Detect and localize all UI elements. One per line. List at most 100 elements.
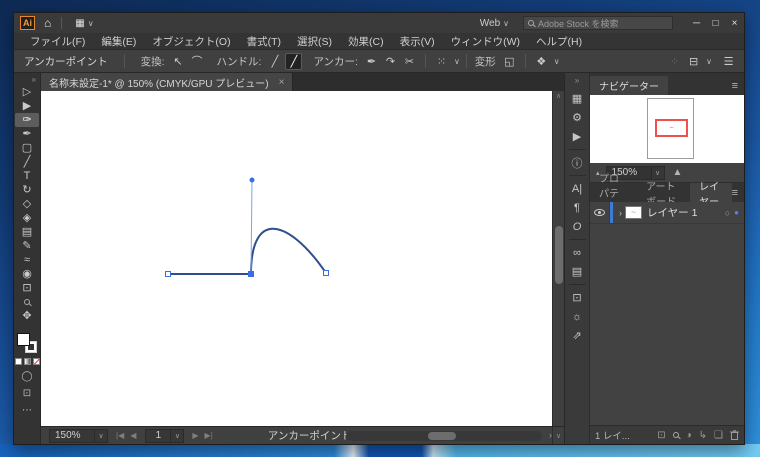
vertical-scrollbar-thumb[interactable]: [555, 226, 563, 284]
screen-mode-icon[interactable]: ⊡: [23, 388, 31, 399]
expand-panels-icon[interactable]: »: [575, 73, 579, 89]
close-icon[interactable]: ×: [279, 77, 285, 88]
paintbrush-tool[interactable]: ╱: [15, 155, 39, 169]
close-button[interactable]: ×: [725, 15, 744, 31]
vertical-scrollbar[interactable]: ∧: [552, 91, 564, 426]
direct-selection-tool[interactable]: ▶: [15, 99, 39, 113]
actions-panel-icon[interactable]: ⚙: [565, 108, 589, 127]
adobe-stock-search-input[interactable]: Adobe Stock を検索: [523, 16, 673, 30]
symbols-panel-icon[interactable]: ⊡: [565, 288, 589, 307]
info-panel-icon[interactable]: ⓘ: [565, 153, 589, 172]
tab-artboards[interactable]: アートボード: [637, 183, 690, 202]
asset-export-panel-icon[interactable]: ☼: [565, 307, 589, 326]
character-panel-icon[interactable]: A|: [565, 179, 589, 198]
smooth-anchor-icon[interactable]: ↷: [382, 53, 399, 70]
arrange-icon[interactable]: ⊟: [685, 53, 702, 70]
shape-builder-tool[interactable]: ◈: [15, 211, 39, 225]
paragraph-panel-icon[interactable]: ¶: [565, 198, 589, 217]
menu-file[interactable]: ファイル(F): [22, 34, 93, 49]
path-segment-curve[interactable]: [251, 229, 326, 274]
curvature-tool[interactable]: ✑: [15, 113, 39, 127]
navigator-preview[interactable]: ~: [590, 95, 744, 163]
last-artboard-icon[interactable]: ▶|: [205, 431, 213, 440]
chevron-down-icon[interactable]: ∨: [554, 57, 560, 66]
tab-navigator[interactable]: ナビゲーター: [590, 76, 668, 95]
zoom-tool[interactable]: [15, 295, 39, 309]
workspace-switcher[interactable]: Web ∨: [480, 18, 509, 29]
workspace-grid-icon[interactable]: ▦: [75, 18, 84, 29]
new-sublayer-icon[interactable]: ↳: [699, 430, 707, 441]
layer-name[interactable]: レイヤー 1: [647, 205, 697, 220]
artwork-svg[interactable]: [41, 91, 554, 428]
tab-layers[interactable]: レイヤー: [690, 183, 731, 202]
visibility-cell[interactable]: [590, 202, 610, 223]
gradient-tool[interactable]: ▤: [15, 225, 39, 239]
collapse-toolbar-icon[interactable]: »: [32, 73, 40, 85]
clipping-mask-icon[interactable]: ◑: [686, 430, 692, 441]
expand-layer-icon[interactable]: ›: [619, 208, 622, 218]
menu-help[interactable]: ヘルプ(H): [528, 34, 590, 49]
next-artboard-icon[interactable]: ▶: [192, 431, 198, 440]
snap-grid-icon[interactable]: ⁙: [433, 53, 450, 70]
type-tool[interactable]: T: [15, 169, 39, 183]
locate-object-icon[interactable]: [673, 432, 679, 438]
scroll-down-icon[interactable]: ∨: [552, 427, 564, 444]
color-button[interactable]: [15, 358, 22, 365]
minimize-button[interactable]: ─: [687, 15, 706, 31]
layers-menu-icon[interactable]: ≡: [732, 187, 744, 202]
scroll-up-icon[interactable]: ∧: [553, 92, 564, 100]
edit-toolbar-icon[interactable]: ⋯: [22, 405, 32, 416]
convert-to-smooth-icon[interactable]: ⌒: [189, 53, 206, 70]
chevron-down-icon[interactable]: ∨: [454, 57, 460, 66]
cut-path-icon[interactable]: ✒: [363, 53, 380, 70]
collect-for-export-icon[interactable]: ⊡: [657, 430, 665, 441]
remove-anchor-icon[interactable]: ✂: [401, 53, 418, 70]
tab-properties[interactable]: プロパティ: [590, 183, 637, 202]
zoom-level-field[interactable]: 150%: [49, 429, 95, 443]
canvas[interactable]: ∧: [41, 91, 564, 426]
bezier-handle-tip[interactable]: [250, 178, 255, 183]
export-panel-icon[interactable]: ⇗: [565, 326, 589, 345]
pen-tool[interactable]: ✒: [15, 127, 39, 141]
document-tab[interactable]: 名称未設定-1* @ 150% (CMYK/GPU プレビュー) ×: [41, 73, 293, 91]
menu-edit[interactable]: 編集(E): [93, 34, 144, 49]
previous-artboard-icon[interactable]: ◀: [130, 431, 136, 440]
show-handles-icon[interactable]: ╱: [266, 53, 283, 70]
chevron-down-icon[interactable]: ∨: [706, 57, 712, 66]
delete-icon[interactable]: [730, 430, 739, 440]
pencil-tool[interactable]: ✎: [15, 239, 39, 253]
links-panel-icon[interactable]: ∞: [565, 243, 589, 262]
fill-swatch[interactable]: [17, 333, 30, 346]
anchor-point-end[interactable]: [324, 271, 329, 276]
anchor-point-start[interactable]: [166, 272, 171, 277]
artboard-number-field[interactable]: 1: [145, 429, 171, 443]
play-panel-icon[interactable]: ▶: [565, 127, 589, 146]
shaper-tool[interactable]: ≈: [15, 253, 39, 267]
shape-mode-icon[interactable]: ❖: [533, 53, 550, 70]
menu-select[interactable]: 選択(S): [289, 34, 340, 49]
opentype-panel-icon[interactable]: O: [565, 217, 589, 236]
navigator-menu-icon[interactable]: ≡: [732, 80, 744, 95]
zoom-dropdown-icon[interactable]: ∨: [95, 429, 108, 443]
panel-menu-icon[interactable]: ☰: [720, 53, 737, 70]
eraser-tool[interactable]: ◇: [15, 197, 39, 211]
fill-stroke-swatches[interactable]: [17, 333, 37, 353]
navigator-view-box[interactable]: ~: [655, 119, 688, 137]
rotate-tool[interactable]: ↻: [15, 183, 39, 197]
none-button[interactable]: [33, 358, 40, 365]
gradient-button[interactable]: [24, 358, 31, 365]
maximize-button[interactable]: □: [706, 15, 725, 31]
convert-to-corner-icon[interactable]: ↖: [170, 53, 187, 70]
target-circle-icon[interactable]: ○: [725, 208, 730, 218]
layer-row[interactable]: › ~ レイヤー 1 ○ ●: [590, 202, 744, 224]
selection-tool[interactable]: ▷: [15, 85, 39, 99]
transform-link[interactable]: 変形: [475, 54, 496, 69]
align-grid-icon[interactable]: ⁘: [666, 53, 683, 70]
horizontal-scrollbar[interactable]: [346, 431, 542, 441]
home-icon[interactable]: ⌂: [44, 16, 51, 30]
anchor-point-selected[interactable]: [249, 272, 254, 277]
menu-view[interactable]: 表示(V): [392, 34, 443, 49]
free-transform-icon[interactable]: ◱: [501, 53, 518, 70]
menu-effect[interactable]: 効果(C): [340, 34, 392, 49]
zoom-in-icon[interactable]: ▲: [673, 167, 683, 178]
